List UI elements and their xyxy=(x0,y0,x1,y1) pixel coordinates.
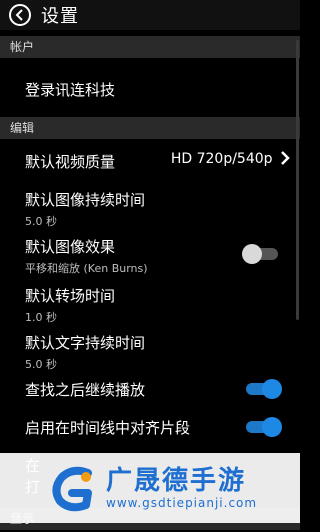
video-quality-text: HD 720p/540p xyxy=(170,151,273,167)
text-duration-value: 5.0 秒 xyxy=(25,358,57,371)
continue-after-seek-row[interactable]: 查找之后继续播放 xyxy=(25,379,300,400)
continue-after-seek-toggle[interactable] xyxy=(246,379,282,399)
watermark-overlay: 广晟德手游 www.gsdtiepianji.com xyxy=(0,453,300,523)
login-row[interactable]: 登录讯连科技 xyxy=(25,79,300,100)
text-duration-row[interactable]: 默认文字持续时间 5.0 秒 xyxy=(25,332,300,372)
transition-time-label: 默认转场时间 xyxy=(25,287,116,305)
app-header: 设置 xyxy=(0,0,300,30)
transition-time-row[interactable]: 默认转场时间 1.0 秒 xyxy=(25,285,300,325)
video-quality-value: HD 720p/540p xyxy=(171,151,290,167)
section-header-edit: 编辑 xyxy=(0,117,300,139)
transition-time-value: 1.0 秒 xyxy=(25,311,57,324)
watermark-url: www.gsdtiepianji.com xyxy=(106,496,258,510)
snap-timeline-row[interactable]: 启用在时间线中对齐片段 xyxy=(25,417,300,438)
back-button[interactable] xyxy=(9,4,31,26)
image-duration-label: 默认图像持续时间 xyxy=(25,191,146,209)
watermark-text: 广晟德手游 www.gsdtiepianji.com xyxy=(106,466,257,510)
page-title: 设置 xyxy=(41,6,79,27)
image-duration-value: 5.0 秒 xyxy=(25,215,57,228)
chevron-left-icon xyxy=(15,9,23,21)
video-quality-row[interactable]: 默认视频质量 HD 720p/540p xyxy=(25,151,300,172)
image-effect-toggle[interactable] xyxy=(242,244,278,264)
image-duration-row[interactable]: 默认图像持续时间 5.0 秒 xyxy=(25,189,300,229)
image-effect-row[interactable]: 默认图像效果 平移和缩放 (Ken Burns) xyxy=(25,236,300,276)
scrollbar[interactable] xyxy=(296,40,299,320)
login-label: 登录讯连科技 xyxy=(25,81,116,99)
image-effect-value: 平移和缩放 (Ken Burns) xyxy=(25,262,148,275)
toggle-knob xyxy=(242,244,262,264)
watermark-title: 广晟德手游 xyxy=(106,466,247,496)
snap-timeline-toggle[interactable] xyxy=(246,417,282,437)
watermark-logo-icon xyxy=(52,466,92,512)
toggle-knob xyxy=(262,417,282,437)
chevron-right-icon xyxy=(281,151,290,165)
text-duration-label: 默认文字持续时间 xyxy=(25,334,146,352)
section-header-account: 帐户 xyxy=(0,36,300,58)
toggle-knob xyxy=(262,379,282,399)
